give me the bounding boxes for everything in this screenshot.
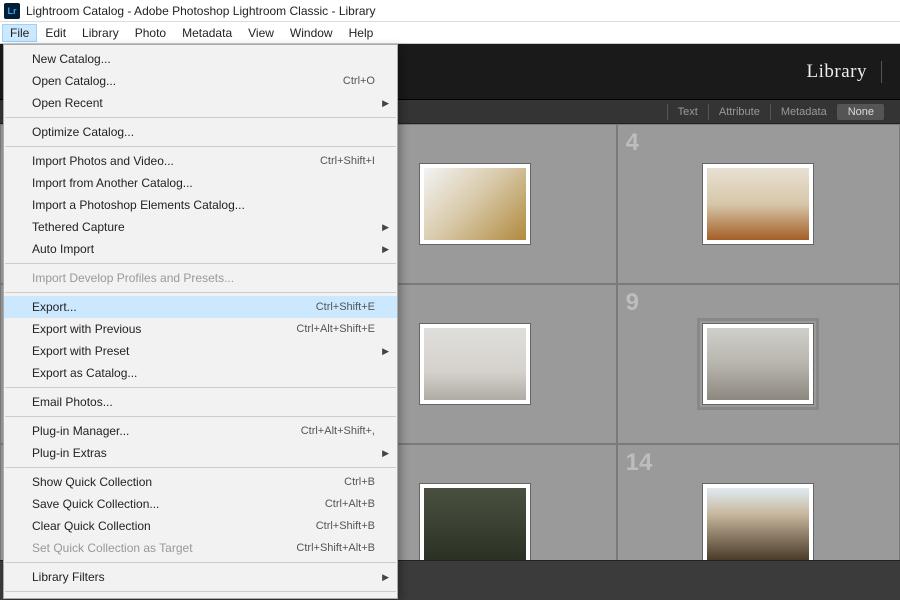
menu-item-shortcut: Ctrl+Shift+E — [316, 301, 375, 313]
menu-item-clear-quick-collection[interactable]: Clear Quick Collection Ctrl+Shift+B — [4, 515, 397, 537]
menu-separator — [5, 292, 396, 293]
menu-item-optimize-catalog[interactable]: Optimize Catalog... — [4, 121, 397, 143]
menu-item-export[interactable]: Export... Ctrl+Shift+E — [4, 296, 397, 318]
menu-item-email-photos[interactable]: Email Photos... — [4, 391, 397, 413]
menu-edit[interactable]: Edit — [37, 24, 74, 42]
menu-item-shortcut: Ctrl+B — [344, 476, 375, 488]
menu-item-export-as-catalog[interactable]: Export as Catalog... — [4, 362, 397, 384]
menu-view[interactable]: View — [240, 24, 282, 42]
menu-item-label: Export... — [32, 300, 77, 314]
menu-item-label: Import Develop Profiles and Presets... — [32, 271, 234, 285]
menu-item-shortcut: Ctrl+O — [343, 75, 375, 87]
menu-item-save-quick-collection[interactable]: Save Quick Collection... Ctrl+Alt+B — [4, 493, 397, 515]
grid-cell[interactable]: 9 — [617, 284, 900, 444]
menu-item-shortcut: Ctrl+Alt+B — [325, 498, 375, 510]
thumbnail[interactable] — [420, 324, 530, 404]
grid-cell[interactable]: 4 — [617, 124, 900, 284]
filter-attribute[interactable]: Attribute — [708, 104, 770, 120]
filter-metadata[interactable]: Metadata — [770, 104, 837, 120]
menu-item-label: Set Quick Collection as Target — [32, 541, 193, 555]
menu-window[interactable]: Window — [282, 24, 341, 42]
menu-photo[interactable]: Photo — [127, 24, 174, 42]
menu-separator — [5, 117, 396, 118]
menu-item-label: Open Catalog... — [32, 74, 116, 88]
menu-item-label: Import from Another Catalog... — [32, 176, 193, 190]
menu-item-label: Plug-in Extras — [32, 446, 107, 460]
menu-item-export-with-previous[interactable]: Export with Previous Ctrl+Alt+Shift+E — [4, 318, 397, 340]
menu-separator — [5, 387, 396, 388]
menu-item-set-quick-collection-as-target: Set Quick Collection as Target Ctrl+Shift… — [4, 537, 397, 559]
menu-item-label: Show Quick Collection — [32, 475, 152, 489]
menu-item-label: Import a Photoshop Elements Catalog... — [32, 198, 245, 212]
menu-item-open-recent[interactable]: Open Recent — [4, 92, 397, 114]
menu-item-auto-import[interactable]: Auto Import — [4, 238, 397, 260]
menu-separator — [5, 562, 396, 563]
menu-separator — [5, 263, 396, 264]
menu-item-shortcut: Ctrl+Alt+Shift+E — [296, 323, 375, 335]
menu-item-plug-in-extras[interactable]: Plug-in Extras — [4, 442, 397, 464]
thumbnail[interactable] — [703, 484, 813, 560]
file-menu-dropdown: New Catalog...Open Catalog...Ctrl+OOpen … — [3, 44, 398, 599]
menu-item-label: Plug-in Manager... — [32, 424, 129, 438]
menu-item-shortcut: Ctrl+Alt+Shift+, — [301, 425, 375, 437]
menu-item-label: Import Photos and Video... — [32, 154, 174, 168]
window-title: Lightroom Catalog - Adobe Photoshop Ligh… — [26, 4, 376, 18]
menu-item-import-photos-and-video[interactable]: Import Photos and Video... Ctrl+Shift+I — [4, 150, 397, 172]
menu-item-label: Export with Preset — [32, 344, 129, 358]
menu-item-tethered-capture[interactable]: Tethered Capture — [4, 216, 397, 238]
menu-item-label: Clear Quick Collection — [32, 519, 151, 533]
menu-item-import-from-another-catalog[interactable]: Import from Another Catalog... — [4, 172, 397, 194]
cell-index: 14 — [626, 449, 653, 477]
menu-item-label: Export with Previous — [32, 322, 141, 336]
menu-item-library-filters[interactable]: Library Filters — [4, 566, 397, 588]
thumbnail[interactable] — [703, 324, 813, 404]
menu-item-import-a-photoshop-elements-catalog[interactable]: Import a Photoshop Elements Catalog... — [4, 194, 397, 216]
thumbnail[interactable] — [420, 484, 530, 560]
thumbnail[interactable] — [420, 164, 530, 244]
title-bar: Lr Lightroom Catalog - Adobe Photoshop L… — [0, 0, 900, 22]
menu-item-label: Tethered Capture — [32, 220, 125, 234]
menu-item-label: Optimize Catalog... — [32, 125, 134, 139]
menu-item-import-develop-profiles-and-presets: Import Develop Profiles and Presets... — [4, 267, 397, 289]
menu-item-shortcut: Ctrl+Shift+Alt+B — [296, 542, 375, 554]
grid-cell[interactable]: 14 — [617, 444, 900, 560]
thumbnail[interactable] — [703, 164, 813, 244]
menu-item-open-catalog[interactable]: Open Catalog... Ctrl+O — [4, 70, 397, 92]
menu-item-label: Save Quick Collection... — [32, 497, 159, 511]
menu-separator — [5, 146, 396, 147]
menu-item-plug-in-manager[interactable]: Plug-in Manager... Ctrl+Alt+Shift+, — [4, 420, 397, 442]
menu-item-label: Email Photos... — [32, 395, 113, 409]
menu-file[interactable]: File — [2, 24, 37, 42]
menu-item-shortcut: Ctrl+Shift+I — [320, 155, 375, 167]
filter-none[interactable]: None — [837, 104, 884, 120]
menu-separator — [5, 591, 396, 592]
menu-item-label: Export as Catalog... — [32, 366, 137, 380]
menu-separator — [5, 416, 396, 417]
menu-item-shortcut: Ctrl+Shift+B — [316, 520, 375, 532]
menu-item-label: Auto Import — [32, 242, 94, 256]
module-library[interactable]: Library — [799, 61, 882, 83]
menu-help[interactable]: Help — [341, 24, 382, 42]
menu-item-label: Library Filters — [32, 570, 105, 584]
menu-item-new-catalog[interactable]: New Catalog... — [4, 48, 397, 70]
menu-bar: FileEditLibraryPhotoMetadataViewWindowHe… — [0, 22, 900, 44]
menu-item-label: New Catalog... — [32, 52, 111, 66]
menu-item-label: Open Recent — [32, 96, 103, 110]
cell-index: 9 — [626, 289, 639, 317]
menu-library[interactable]: Library — [74, 24, 127, 42]
filter-text[interactable]: Text — [667, 104, 708, 120]
app-logo-icon: Lr — [4, 3, 20, 19]
menu-item-show-quick-collection[interactable]: Show Quick Collection Ctrl+B — [4, 471, 397, 493]
menu-metadata[interactable]: Metadata — [174, 24, 240, 42]
menu-separator — [5, 467, 396, 468]
cell-index: 4 — [626, 129, 639, 157]
menu-item-export-with-preset[interactable]: Export with Preset — [4, 340, 397, 362]
